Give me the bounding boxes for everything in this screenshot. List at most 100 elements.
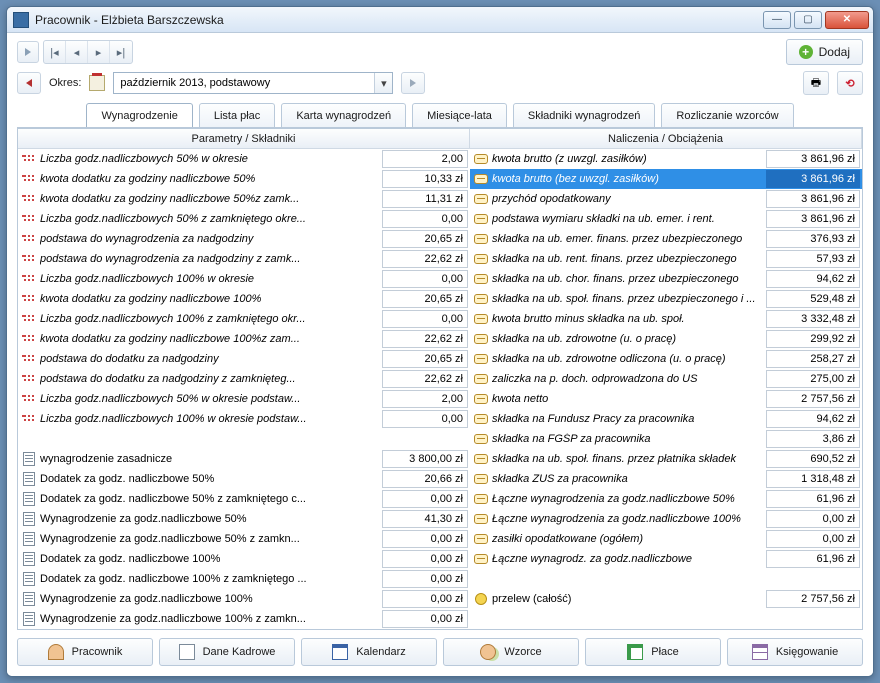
row-value[interactable]: 1 318,48 zł [766, 470, 860, 488]
tab-0[interactable]: Wynagrodzenie [86, 103, 192, 127]
right-row[interactable]: składka na FGŚP za pracownika3,86 zł [470, 429, 862, 449]
row-value[interactable]: 0,00 zł [382, 590, 468, 608]
bottom-btn-wzorce[interactable]: Wzorce [443, 638, 579, 666]
row-value[interactable]: 61,96 zł [766, 550, 860, 568]
right-row[interactable]: zaliczka na p. doch. odprowadzona do US2… [470, 369, 862, 389]
print-button[interactable]: 🖶 [803, 71, 829, 95]
left-row[interactable]: podstawa do wynagrodzenia za nadgodziny2… [18, 229, 470, 249]
bottom-btn-pracownik[interactable]: Pracownik [17, 638, 153, 666]
period-combo[interactable]: ▾ [113, 72, 393, 94]
right-row[interactable]: Łączne wynagrodz. za godz.nadliczbowe61,… [470, 549, 862, 569]
right-row[interactable]: składka na ub. zdrowotne odliczona (u. o… [470, 349, 862, 369]
add-button[interactable]: + Dodaj [786, 39, 863, 65]
minimize-button[interactable]: — [763, 11, 791, 29]
tab-5[interactable]: Rozliczanie wzorców [661, 103, 793, 127]
calendar-icon[interactable] [89, 75, 105, 91]
row-value[interactable]: 0,00 zł [382, 490, 468, 508]
first-record-button[interactable]: |◂ [44, 41, 66, 63]
row-value[interactable]: 3 861,96 zł [766, 210, 860, 228]
left-row[interactable]: wynagrodzenie zasadnicze3 800,00 zł [18, 449, 470, 469]
bottom-btn-kalendarz[interactable]: Kalendarz [301, 638, 437, 666]
row-value[interactable]: 529,48 zł [766, 290, 860, 308]
right-row[interactable]: kwota brutto (bez uwzgl. zasiłków)3 861,… [470, 169, 862, 189]
left-row[interactable]: podstawa do wynagrodzenia za nadgodziny … [18, 249, 470, 269]
row-value[interactable]: 20,65 zł [382, 230, 468, 248]
left-row[interactable]: kwota dodatku za godziny nadliczbowe 50%… [18, 169, 470, 189]
row-value[interactable]: 299,92 zł [766, 330, 860, 348]
row-value[interactable]: 690,52 zł [766, 450, 860, 468]
left-row[interactable]: Wynagrodzenie za godz.nadliczbowe 50% z … [18, 529, 470, 549]
left-row[interactable]: Dodatek za godz. nadliczbowe 100%0,00 zł [18, 549, 470, 569]
row-value[interactable]: 22,62 zł [382, 370, 468, 388]
prev-record-button[interactable]: ◂ [66, 41, 88, 63]
row-value[interactable]: 0,00 zł [382, 570, 468, 588]
right-row[interactable]: składka na ub. rent. finans. przez ubezp… [470, 249, 862, 269]
play-button[interactable] [17, 41, 39, 63]
right-row[interactable]: Łączne wynagrodzenia za godz.nadliczbowe… [470, 489, 862, 509]
left-row[interactable]: kwota dodatku za godziny nadliczbowe 50%… [18, 189, 470, 209]
left-row[interactable]: kwota dodatku za godziny nadliczbowe 100… [18, 329, 470, 349]
row-value[interactable]: 2 757,56 zł [766, 590, 860, 608]
left-row[interactable]: Liczba godz.nadliczbowych 100% w okresie… [18, 409, 470, 429]
period-next-button[interactable] [401, 72, 425, 94]
tab-3[interactable]: Miesiące-lata [412, 103, 507, 127]
row-value[interactable]: 0,00 zł [766, 530, 860, 548]
right-row[interactable]: składka ZUS za pracownika1 318,48 zł [470, 469, 862, 489]
left-row[interactable]: Wynagrodzenie za godz.nadliczbowe 100% z… [18, 609, 470, 629]
row-value[interactable]: 22,62 zł [382, 250, 468, 268]
right-row[interactable]: przychód opodatkowany3 861,96 zł [470, 189, 862, 209]
row-value[interactable]: 94,62 zł [766, 410, 860, 428]
row-value[interactable]: 0,00 [382, 310, 468, 328]
row-value[interactable]: 0,00 zł [382, 530, 468, 548]
right-row[interactable]: składka na ub. społ. finans. przez płatn… [470, 449, 862, 469]
row-value[interactable]: 20,66 zł [382, 470, 468, 488]
row-value[interactable]: 3 861,96 zł [766, 190, 860, 208]
left-row[interactable]: kwota dodatku za godziny nadliczbowe 100… [18, 289, 470, 309]
row-value[interactable]: 11,31 zł [382, 190, 468, 208]
right-row[interactable]: kwota brutto minus składka na ub. społ.3… [470, 309, 862, 329]
row-value[interactable]: 3 861,96 zł [766, 170, 860, 188]
row-value[interactable]: 275,00 zł [766, 370, 860, 388]
titlebar[interactable]: Pracownik - Elżbieta Barszczewska — ▢ ✕ [7, 7, 873, 33]
left-row[interactable]: Liczba godz.nadliczbowych 50% w okresie … [18, 389, 470, 409]
row-value[interactable]: 61,96 zł [766, 490, 860, 508]
right-row[interactable]: składka na ub. zdrowotne (u. o pracę)299… [470, 329, 862, 349]
right-row[interactable]: kwota netto2 757,56 zł [470, 389, 862, 409]
next-record-button[interactable]: ▸ [88, 41, 110, 63]
tab-1[interactable]: Lista płac [199, 103, 275, 127]
right-row[interactable]: zasiłki opodatkowane (ogółem)0,00 zł [470, 529, 862, 549]
row-value[interactable]: 0,00 zł [382, 550, 468, 568]
close-button[interactable]: ✕ [825, 11, 869, 29]
left-row[interactable]: Liczba godz.nadliczbowych 100% z zamknię… [18, 309, 470, 329]
right-row[interactable]: przelew (całość)2 757,56 zł [470, 589, 862, 609]
row-value[interactable]: 3 800,00 zł [382, 450, 468, 468]
bottom-btn-dane-kadrowe[interactable]: Dane Kadrowe [159, 638, 295, 666]
chevron-down-icon[interactable]: ▾ [374, 73, 392, 93]
right-row[interactable]: składka na ub. chor. finans. przez ubezp… [470, 269, 862, 289]
right-row[interactable] [470, 569, 862, 589]
right-row[interactable]: składka na ub. społ. finans. przez ubezp… [470, 289, 862, 309]
maximize-button[interactable]: ▢ [794, 11, 822, 29]
row-value[interactable]: 22,62 zł [382, 330, 468, 348]
bottom-btn-płace[interactable]: Płace [585, 638, 721, 666]
row-value[interactable]: 376,93 zł [766, 230, 860, 248]
left-row[interactable]: podstawa do dodatku za nadgodziny z zamk… [18, 369, 470, 389]
row-value[interactable]: 0,00 zł [382, 610, 468, 628]
last-record-button[interactable]: ▸| [110, 41, 132, 63]
right-row[interactable]: kwota brutto (z uwzgl. zasiłków)3 861,96… [470, 149, 862, 169]
left-row[interactable]: Liczba godz.nadliczbowych 50% z zamknięt… [18, 209, 470, 229]
left-row[interactable]: Wynagrodzenie za godz.nadliczbowe 50%41,… [18, 509, 470, 529]
period-input[interactable] [114, 73, 374, 93]
row-value[interactable]: 2,00 [382, 390, 468, 408]
row-value[interactable]: 3,86 zł [766, 430, 860, 448]
row-value[interactable]: 258,27 zł [766, 350, 860, 368]
row-value[interactable]: 2,00 [382, 150, 468, 168]
left-row[interactable]: Liczba godz.nadliczbowych 100% w okresie… [18, 269, 470, 289]
row-value[interactable]: 0,00 zł [766, 510, 860, 528]
row-value[interactable]: 3 332,48 zł [766, 310, 860, 328]
left-row[interactable]: podstawa do dodatku za nadgodziny20,65 z… [18, 349, 470, 369]
row-value[interactable]: 3 861,96 zł [766, 150, 860, 168]
left-row[interactable]: Dodatek za godz. nadliczbowe 100% z zamk… [18, 569, 470, 589]
period-prev-button[interactable] [17, 72, 41, 94]
left-row[interactable] [18, 429, 470, 449]
